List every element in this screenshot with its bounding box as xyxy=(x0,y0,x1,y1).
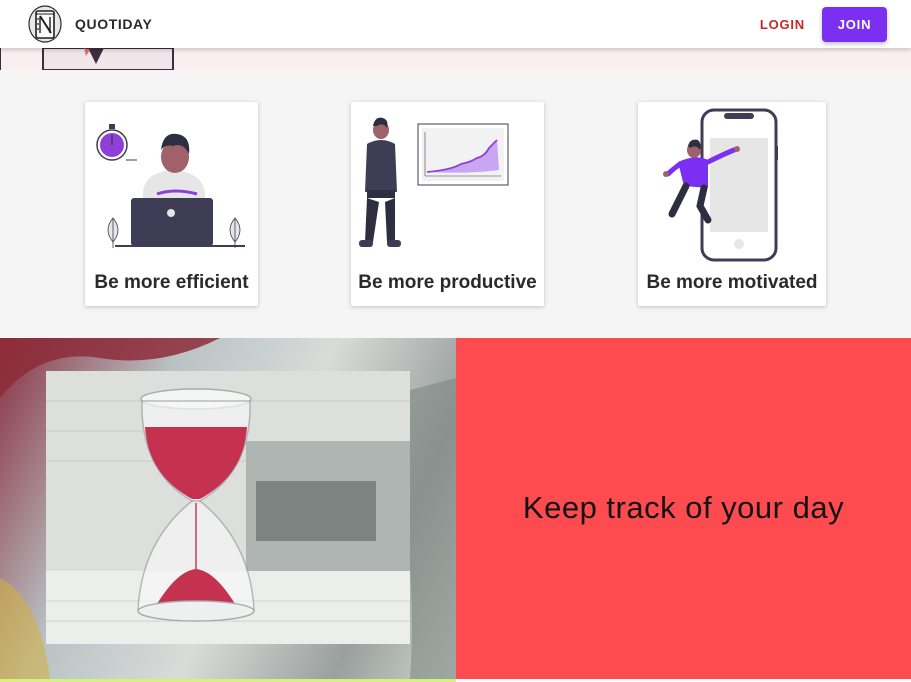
promo-headline: Keep track of your day xyxy=(522,489,845,525)
promo-section: Keep track of your day xyxy=(0,338,911,682)
login-button[interactable]: LOGIN xyxy=(754,11,811,38)
phone-person-illustration xyxy=(663,108,778,262)
hourglass-photo xyxy=(46,371,410,644)
feature-title: Be more motivated xyxy=(646,272,818,293)
feature-title: Be more efficient xyxy=(94,272,249,293)
feature-title: Be more productive xyxy=(358,272,537,293)
join-button[interactable]: JOIN xyxy=(822,6,887,42)
feature-card-productive: Be more productive xyxy=(351,102,544,306)
person-chart-illustration xyxy=(359,117,509,247)
hero-illustration xyxy=(0,48,174,70)
brand-home-link[interactable]: QUOTIDAY xyxy=(28,0,152,48)
brand-name: QUOTIDAY xyxy=(75,16,153,32)
notebook-logo-icon xyxy=(28,5,62,43)
feature-card-motivated: Be more motivated xyxy=(638,102,826,306)
top-navbar: QUOTIDAY LOGIN JOIN xyxy=(0,0,911,48)
hero-section xyxy=(0,48,911,70)
promo-text-panel: Keep track of your day xyxy=(456,338,911,679)
person-laptop-illustration xyxy=(96,124,245,248)
features-section: Be more efficient Be more productive Be … xyxy=(0,70,911,338)
feature-card-efficient: Be more efficient xyxy=(85,102,258,306)
hourglass-photo-background xyxy=(0,338,456,679)
